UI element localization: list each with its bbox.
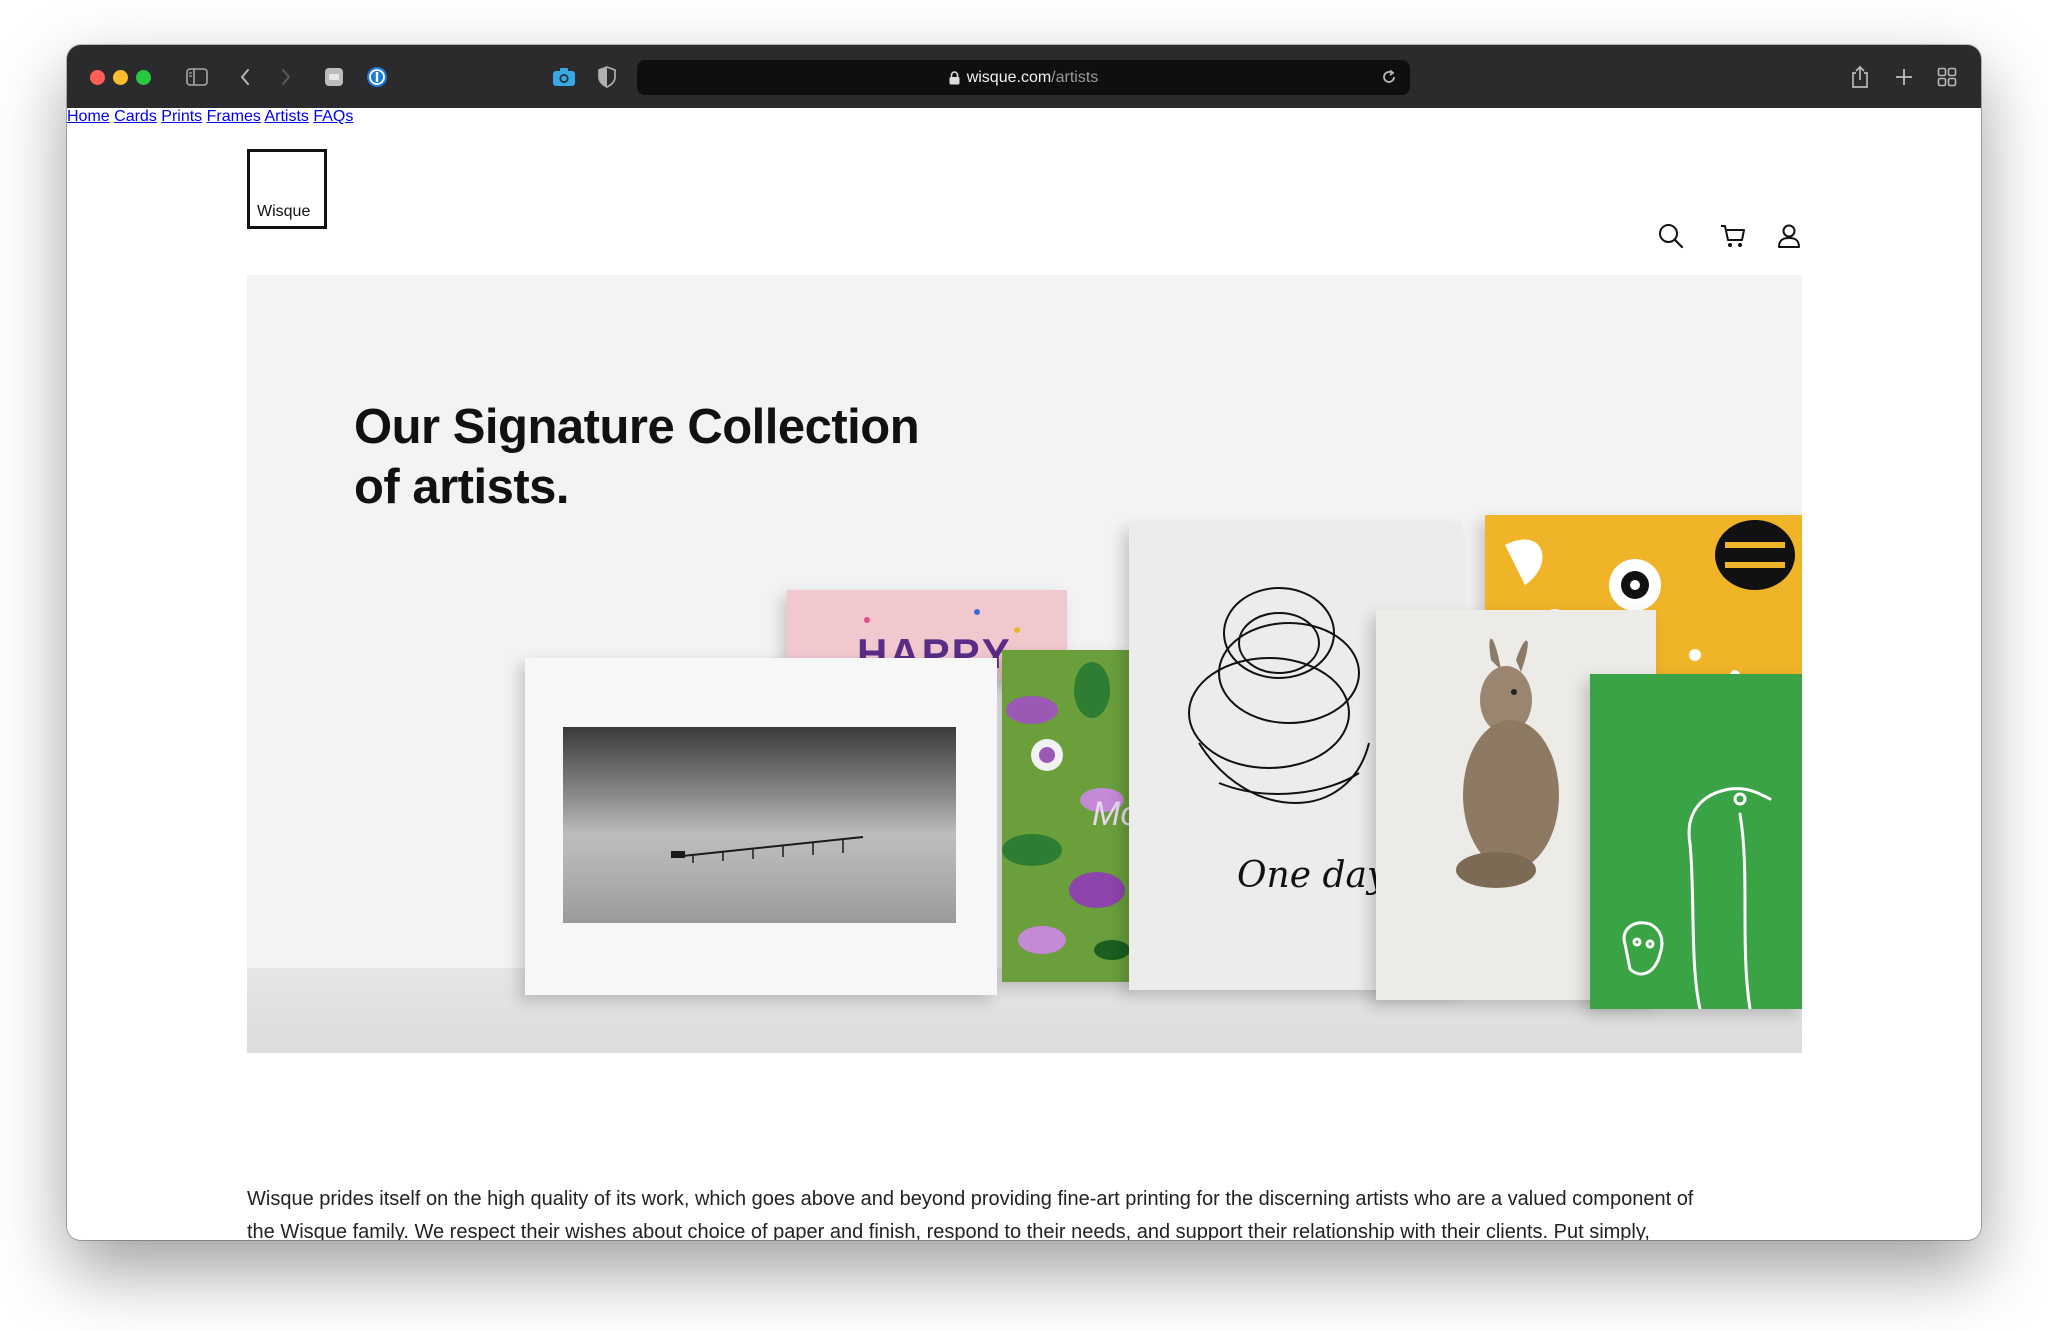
search-icon[interactable] bbox=[1657, 222, 1685, 250]
account-icon[interactable] bbox=[1775, 222, 1803, 250]
minimize-window-button[interactable] bbox=[113, 70, 128, 85]
zoom-window-button[interactable] bbox=[136, 70, 151, 85]
card-floral: Mo bbox=[1002, 650, 1137, 982]
extension-icon[interactable] bbox=[321, 64, 347, 90]
card-photo-print bbox=[525, 658, 997, 995]
hero-title: Our Signature Collection of artists. bbox=[354, 397, 974, 517]
sidebar-icon[interactable] bbox=[184, 64, 210, 90]
site-logo[interactable]: Wisque bbox=[247, 149, 327, 229]
new-tab-icon[interactable] bbox=[1891, 64, 1917, 90]
url-host: wisque.com bbox=[966, 68, 1052, 86]
card-one-day-text: One day bbox=[1237, 855, 1388, 896]
hero-title-line-2: of artists. bbox=[354, 460, 570, 514]
nav-frames[interactable]: Frames bbox=[207, 108, 261, 125]
lock-icon bbox=[949, 70, 960, 85]
web-page: Wisque Home Cards Prints Frames Artists … bbox=[67, 108, 1981, 1240]
browser-window: wisque.com/artists Wisque Home Cards Pri… bbox=[67, 45, 1981, 1240]
photo-pier-landscape bbox=[563, 727, 956, 923]
nav-cards[interactable]: Cards bbox=[114, 108, 157, 125]
intro-paragraph: Wisque prides itself on the high quality… bbox=[247, 1183, 1807, 1240]
nav-artists[interactable]: Artists bbox=[264, 108, 308, 125]
intro-line-2: the Wisque family. We respect their wish… bbox=[247, 1221, 1650, 1240]
intro-line-1: Wisque prides itself on the high quality… bbox=[247, 1188, 1694, 1210]
nav-home[interactable]: Home bbox=[67, 108, 110, 125]
hero-banner: Our Signature Collection of artists. HAP… bbox=[247, 275, 1802, 1053]
camera-icon[interactable] bbox=[551, 64, 577, 90]
logo-text: Wisque bbox=[257, 203, 311, 220]
browser-toolbar: wisque.com/artists bbox=[67, 45, 1981, 109]
nav-prints[interactable]: Prints bbox=[161, 108, 202, 125]
tab-overview-icon[interactable] bbox=[1934, 64, 1960, 90]
password-manager-icon[interactable] bbox=[364, 64, 390, 90]
address-bar[interactable]: wisque.com/artists bbox=[637, 60, 1410, 95]
main-nav: Home Cards Prints Frames Artists FAQs bbox=[67, 108, 1981, 126]
reload-icon[interactable] bbox=[1380, 68, 1398, 91]
url-path: /artists bbox=[1051, 68, 1099, 86]
back-icon[interactable] bbox=[232, 64, 258, 90]
close-window-button[interactable] bbox=[90, 70, 105, 85]
cart-icon[interactable] bbox=[1719, 222, 1747, 250]
forward-icon[interactable] bbox=[273, 64, 299, 90]
shield-icon[interactable] bbox=[594, 64, 620, 90]
share-icon[interactable] bbox=[1847, 64, 1873, 90]
nav-faqs[interactable]: FAQs bbox=[313, 108, 353, 125]
card-meerkat bbox=[1590, 674, 1802, 1009]
hero-title-line-1: Our Signature Collection bbox=[354, 400, 920, 454]
